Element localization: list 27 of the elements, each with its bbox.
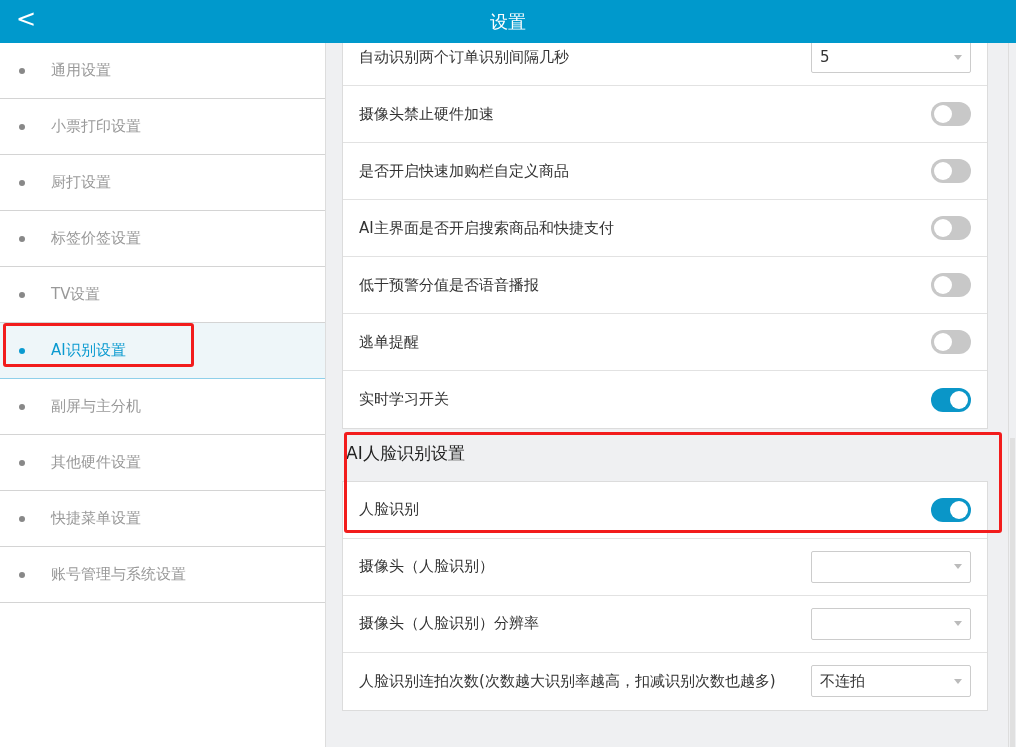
setting-label: 摄像头（人脸识别） — [359, 556, 494, 578]
dropdown[interactable]: 5 — [811, 43, 971, 73]
section-title: AI人脸识别设置 — [345, 442, 466, 465]
back-button[interactable]: < — [10, 4, 43, 34]
dropdown[interactable] — [811, 550, 971, 583]
setting-label: 自动识别两个订单识别间隔几秒 — [359, 46, 569, 68]
setting-label: 摄像头（人脸识别）分辨率 — [359, 613, 539, 635]
setting-label: 人脸识别 — [359, 499, 419, 521]
scrollbar[interactable] — [1008, 43, 1016, 747]
toggle-switch[interactable] — [931, 102, 971, 126]
toggle-switch[interactable] — [931, 497, 971, 522]
toggle-switch[interactable] — [931, 159, 971, 183]
dropdown[interactable] — [811, 607, 971, 640]
dropdown[interactable]: 不连拍 — [811, 665, 971, 697]
toggle-switch[interactable] — [931, 216, 971, 240]
sidebar-item[interactable]: AI识别设置 — [0, 323, 325, 379]
page-title: 设置 — [490, 10, 526, 34]
setting-label: AI主界面是否开启搜索商品和快捷支付 — [359, 217, 614, 239]
setting-label: 逃单提醒 — [359, 331, 419, 353]
toggle-switch[interactable] — [931, 273, 971, 297]
setting-label: 是否开启快速加购栏自定义商品 — [359, 160, 569, 182]
setting-label: 实时学习开关 — [359, 389, 449, 411]
setting-label: 摄像头禁止硬件加速 — [359, 103, 494, 125]
toggle-switch[interactable] — [931, 387, 971, 412]
setting-label: 人脸识别连拍次数(次数越大识别率越高，扣减识别次数也越多) — [359, 670, 776, 692]
toggle-switch[interactable] — [931, 330, 971, 354]
setting-label: 低于预警分值是否语音播报 — [359, 274, 539, 296]
